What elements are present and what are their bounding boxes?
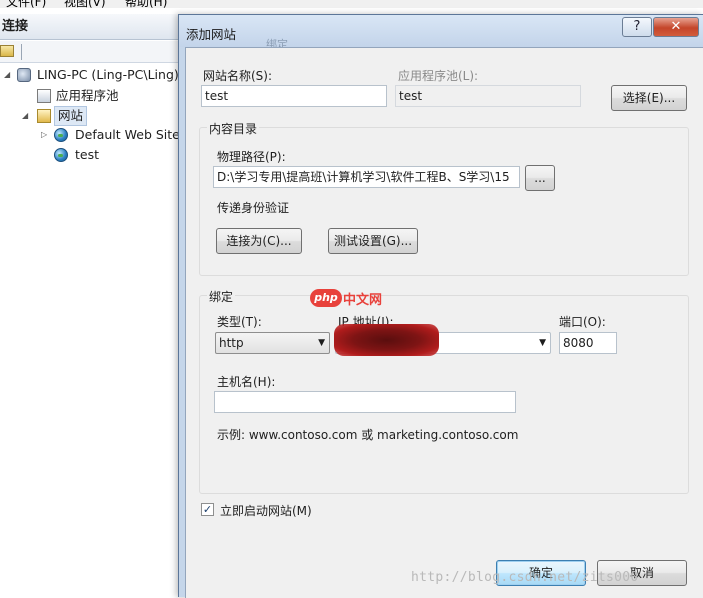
tree-label-test-site: test bbox=[75, 147, 100, 162]
physical-path-input[interactable]: D:\学习专用\提高班\计算机学习\软件工程B、S学习\15 bbox=[213, 166, 520, 188]
tree-label-sites: 网站 bbox=[54, 106, 88, 126]
start-now-label: 立即启动网站(M) bbox=[220, 504, 312, 518]
browse-button[interactable]: ... bbox=[525, 165, 555, 191]
connect-as-button[interactable]: 连接为(C)... bbox=[216, 228, 302, 254]
toolbar-separator bbox=[21, 44, 22, 60]
site-name-input[interactable]: test bbox=[201, 85, 387, 107]
add-website-dialog: 添加网站 绑定 ? ✕ 网站名称(S): test 应用程序池(L): test… bbox=[178, 14, 703, 598]
app-pool-label: 应用程序池(L): bbox=[398, 69, 479, 83]
port-input[interactable]: 8080 bbox=[559, 332, 617, 354]
php-logo-text: 中文网 bbox=[343, 293, 383, 308]
type-select[interactable]: http ▼ bbox=[215, 332, 330, 354]
expanded-arrow-icon[interactable]: ◢ bbox=[22, 112, 30, 120]
dropdown-arrow-icon: ▼ bbox=[539, 338, 546, 348]
menu-file[interactable]: 文件(F) bbox=[6, 0, 46, 8]
content-directory-title: 内容目录 bbox=[207, 120, 260, 137]
dialog-title: 添加网站 bbox=[186, 27, 237, 42]
tree-label-server: LING-PC (Ling-PC\Ling) bbox=[37, 67, 179, 82]
globe-icon bbox=[54, 128, 68, 142]
app-pool-icon bbox=[37, 89, 51, 103]
binding-title: 绑定 bbox=[207, 288, 236, 305]
folder-icon[interactable] bbox=[0, 45, 14, 57]
tree-node-app-pools[interactable]: 应用程序池 bbox=[34, 87, 180, 105]
connections-toolbar bbox=[0, 41, 180, 63]
type-select-value: http bbox=[219, 336, 244, 350]
menu-bar: 文件(F) 视图(V) 帮助(H) bbox=[0, 0, 703, 8]
menu-help[interactable]: 帮助(H) bbox=[125, 0, 167, 8]
server-icon bbox=[17, 68, 31, 82]
physical-path-label: 物理路径(P): bbox=[217, 150, 286, 164]
close-icon: ✕ bbox=[670, 19, 682, 34]
php-logo-badge: php bbox=[310, 289, 342, 307]
tree-node-sites[interactable]: ◢ 网站 bbox=[22, 106, 180, 126]
dialog-client-area: 网站名称(S): test 应用程序池(L): test 选择(E)... 内容… bbox=[185, 47, 703, 598]
close-button[interactable]: ✕ bbox=[653, 17, 699, 37]
host-name-input[interactable] bbox=[214, 391, 516, 413]
select-app-pool-button[interactable]: 选择(E)... bbox=[611, 85, 687, 111]
site-name-label: 网站名称(S): bbox=[203, 69, 273, 83]
port-label: 端口(O): bbox=[559, 315, 606, 329]
app-pool-field: test bbox=[395, 85, 581, 107]
pass-through-auth-label: 传递身份验证 bbox=[217, 201, 290, 215]
help-button[interactable]: ? bbox=[622, 17, 652, 37]
collapsed-arrow-icon[interactable]: ▷ bbox=[41, 131, 49, 139]
globe-icon bbox=[54, 148, 68, 162]
host-name-label: 主机名(H): bbox=[217, 375, 276, 389]
dialog-titlebar[interactable]: 添加网站 绑定 ? ✕ bbox=[179, 15, 703, 51]
sites-folder-icon bbox=[37, 109, 51, 123]
tree-node-test-site[interactable]: test bbox=[40, 146, 180, 164]
test-settings-button[interactable]: 测试设置(G)... bbox=[328, 228, 418, 254]
connections-header: 连接 bbox=[0, 14, 180, 40]
expanded-arrow-icon[interactable]: ◢ bbox=[4, 71, 12, 79]
redaction-scribble bbox=[334, 324, 439, 356]
tree-node-default-site[interactable]: ▷ Default Web Site bbox=[40, 126, 180, 144]
url-watermark: http://blog.csdn.net/zits000 bbox=[411, 570, 639, 585]
menu-view[interactable]: 视图(V) bbox=[64, 0, 106, 8]
tree-node-server[interactable]: ◢ LING-PC (Ling-PC\Ling) bbox=[3, 66, 180, 84]
dropdown-arrow-icon: ▼ bbox=[318, 338, 325, 348]
tree-label-app-pools: 应用程序池 bbox=[56, 88, 119, 103]
start-now-checkbox[interactable]: ✓ bbox=[201, 503, 214, 516]
tree-label-default-site: Default Web Site bbox=[75, 127, 180, 142]
example-text: 示例: www.contoso.com 或 marketing.contoso.… bbox=[217, 428, 519, 442]
connections-tree: ◢ LING-PC (Ling-PC\Ling) 应用程序池 ◢ 网站 ▷ De… bbox=[0, 63, 180, 597]
type-label: 类型(T): bbox=[217, 315, 262, 329]
